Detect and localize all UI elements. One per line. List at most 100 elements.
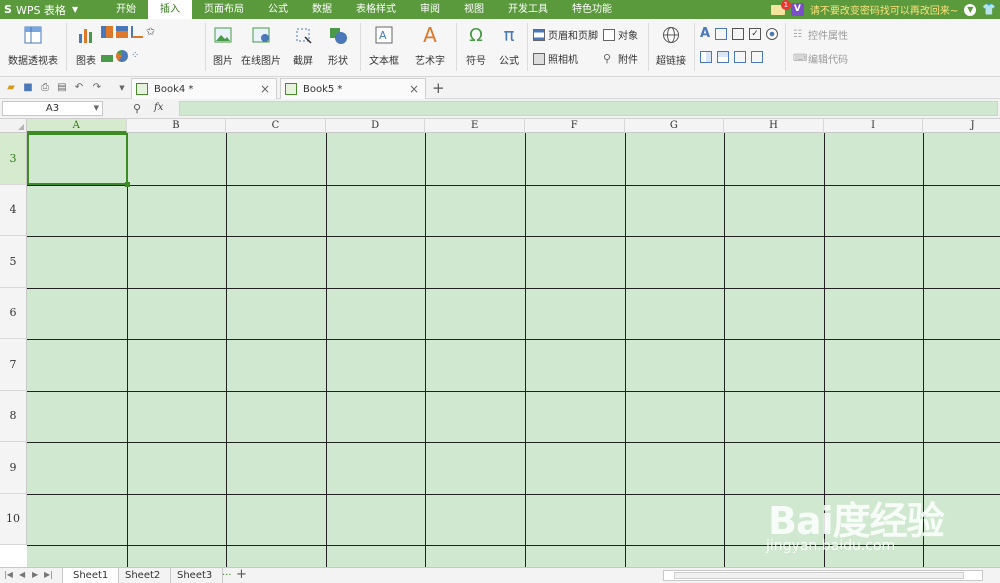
scatter-chart-icon[interactable]: ⁘ [131,50,143,62]
radio-control-icon[interactable] [766,27,779,40]
pivot-table-button[interactable]: 数据透视表 [7,19,59,67]
screenshot-button[interactable]: 截屏 [288,19,318,67]
row-header-4[interactable]: 4 [0,184,27,236]
redo-icon[interactable]: ↷ [91,82,103,94]
label-control-icon[interactable]: A [700,26,710,41]
row-header-10[interactable]: 10 [0,493,27,545]
print-icon[interactable]: ⎙ [39,82,51,94]
last-sheet-icon[interactable]: ▶| [44,570,53,579]
sheet-tab-2[interactable]: Sheet2 [115,568,172,583]
wordart-button[interactable]: A 艺术字 [410,19,450,67]
print-preview-icon[interactable]: ▤ [56,82,68,94]
undo-icon[interactable]: ↶ [73,82,85,94]
more-sheets-icon[interactable]: ··· [222,568,232,583]
header-footer-button[interactable]: 页眉和页脚 [533,27,598,42]
row-header-8[interactable]: 8 [0,390,27,442]
column-header-e[interactable]: E [425,119,525,133]
document-tab[interactable]: Book5 * × [280,78,426,99]
save-icon[interactable]: ■ [22,82,34,94]
next-sheet-icon[interactable]: ▶ [32,570,38,579]
select-all-corner[interactable] [0,119,27,133]
column-header-b[interactable]: B [127,119,227,133]
bar-chart-type-icon[interactable] [116,26,128,38]
menu-tab-10[interactable]: 特色功能 [560,0,624,19]
online-picture-button[interactable]: 在线图片 [240,19,282,67]
zoom-icon[interactable]: ⚲ [133,102,141,115]
shape-button[interactable]: 形状 [322,19,354,67]
spinner-control-icon[interactable] [751,51,763,63]
close-icon[interactable]: × [409,82,419,96]
skin-icon[interactable]: 👕 [982,3,996,16]
checkbox-control-icon[interactable]: ✓ [749,27,762,40]
column-header-g[interactable]: G [625,119,725,133]
edit-code-button[interactable]: ⌨ 编辑代码 [793,51,848,67]
column-header-h[interactable]: H [724,119,824,133]
row-header-5[interactable]: 5 [0,236,27,288]
formula-input[interactable] [179,101,998,116]
combobox-control-icon[interactable] [717,51,729,63]
camera-button[interactable]: 照相机 [533,51,578,66]
wordart-icon: A [423,23,437,47]
menu-tab-7[interactable]: 审阅 [408,0,452,19]
new-tab-button[interactable]: + [432,79,445,97]
sheet-tab-3[interactable]: Sheet3 [167,568,224,583]
column-header-a[interactable]: A [27,119,127,133]
row-header-3[interactable]: 3 [0,133,27,185]
scrollbar-thumb[interactable] [674,572,964,579]
close-icon[interactable]: × [260,82,270,96]
pivot-table-icon [23,25,43,45]
pie-chart-icon[interactable] [116,50,128,62]
row-header-9[interactable]: 9 [0,442,27,494]
column-header-j[interactable]: J [923,119,1000,133]
attachment-button[interactable]: ⚲ 附件 [603,51,638,66]
app-menu-button[interactable]: S WPS 表格 ▼ [0,2,104,18]
menu-tab-3[interactable]: 页面布局 [192,0,256,19]
fx-button[interactable]: fx [154,102,163,113]
menu-tab-4[interactable]: 公式 [256,0,300,19]
scrollbar-control-icon[interactable] [734,51,746,63]
menu-tab-5[interactable]: 数据 [300,0,344,19]
line-chart-icon[interactable] [131,26,143,38]
hyperlink-button[interactable]: 超链接 [653,19,689,67]
area-chart-icon[interactable] [101,50,113,62]
customize-dropdown-icon[interactable]: ▼ [116,82,128,94]
sheet-tab-1[interactable]: Sheet1 [62,568,120,583]
formula-button[interactable]: π 公式 [496,19,522,68]
menu-tab-6[interactable]: 表格样式 [344,0,408,19]
mail-icon[interactable]: 1 [770,0,791,15]
horizontal-scrollbar[interactable] [663,570,983,581]
add-sheet-button[interactable]: + [236,567,247,582]
open-folder-icon[interactable]: ▰ [5,82,17,94]
button-control-icon[interactable] [732,27,745,40]
row-header-7[interactable]: 7 [0,339,27,391]
cell-grid[interactable] [27,133,1000,567]
column-header-i[interactable]: I [824,119,924,133]
document-tab[interactable]: Book4 * × [131,78,277,99]
symbol-button[interactable]: Ω 符号 [461,19,491,68]
menu-tab-2[interactable]: 插入 [148,0,192,19]
column-header-d[interactable]: D [326,119,426,133]
column-chart-icon[interactable] [101,26,113,38]
active-cell-a3[interactable] [27,133,130,187]
menu-tab-8[interactable]: 视图 [452,0,496,19]
picture-button[interactable]: 图片 [210,19,236,67]
picture-icon [213,25,233,45]
object-button[interactable]: 对象 [603,27,638,42]
row-header-6[interactable]: 6 [0,287,27,339]
prev-sheet-icon[interactable]: ◀ [19,570,25,579]
listbox-control-icon[interactable] [700,51,712,63]
control-properties-button[interactable]: ☷ 控件属性 [793,27,848,43]
vip-icon[interactable]: V [790,3,804,16]
groupbox-control-icon[interactable] [715,27,728,40]
textbox-button[interactable]: A 文本框 [364,19,404,67]
column-header-f[interactable]: F [525,119,625,133]
name-box[interactable]: A3 ▼ [2,101,103,116]
menu-tab-9[interactable]: 开发工具 [496,0,560,19]
notice-text[interactable]: 请不要改变密码找可以再改回来~ [810,2,958,17]
chart-button[interactable]: 图表 [73,19,99,67]
radar-chart-icon[interactable]: ✩ [146,26,158,38]
column-header-c[interactable]: C [226,119,326,133]
menu-tab-1[interactable]: 开始 [104,0,148,19]
help-icon[interactable]: ▼ [964,3,977,16]
first-sheet-icon[interactable]: |◀ [4,570,13,579]
